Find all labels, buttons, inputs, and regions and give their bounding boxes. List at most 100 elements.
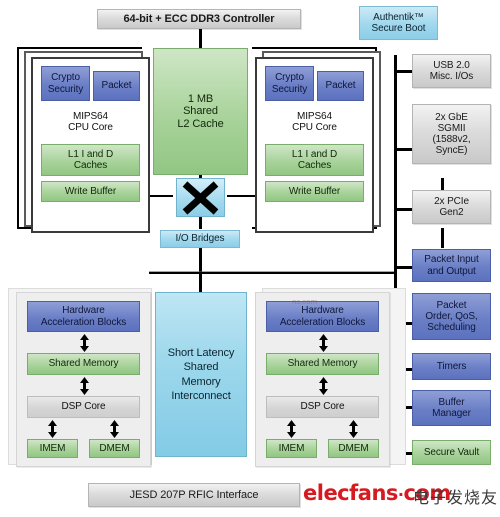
hw-accel-label-line2: Acceleration Blocks xyxy=(279,316,366,328)
io-bridges-label: I/O Bridges xyxy=(175,233,225,245)
imem-left[interactable]: IMEM xyxy=(27,439,78,458)
hw-accel-label-line2: Acceleration Blocks xyxy=(40,316,127,328)
write-buffer-block-left[interactable]: Write Buffer xyxy=(41,181,140,202)
io-block-gbe[interactable]: 2x GbE SGMII (1588v2, SyncE) xyxy=(412,104,491,164)
shared-memory-left[interactable]: Shared Memory xyxy=(27,353,140,375)
shared-memory-interconnect-block[interactable]: Short Latency Shared Memory Interconnect xyxy=(155,292,247,457)
block-diagram-canvas: 64-bit + ECC DDR3 Controller Authentik™ … xyxy=(0,0,500,517)
l1-label-line2: Caches xyxy=(73,160,108,171)
io-bridges-block[interactable]: I/O Bridges xyxy=(160,230,240,248)
line-cpu-right-bracket-top xyxy=(252,47,377,49)
interconnect-label-line4: Interconnect xyxy=(171,389,231,402)
l2-label-line3: L2 Cache xyxy=(177,117,224,130)
line-trunk-stub-usb xyxy=(394,70,413,73)
dsp-cluster-right[interactable]: Hardware Acceleration Blocks Shared Memo… xyxy=(255,292,390,467)
watermark-chinese: 电子发烧友 xyxy=(413,488,499,507)
l1-caches-block-left[interactable]: L1 I and D Caches xyxy=(41,144,140,176)
crypto-label-line2: Security xyxy=(47,83,84,95)
mips64-cpu-core-right: MIPS64 CPU Core xyxy=(265,106,364,138)
io-packetorder-line-2: Scheduling xyxy=(427,322,476,334)
shared-memory-label: Shared Memory xyxy=(48,358,119,370)
hw-accel-label-line1: Hardware xyxy=(301,305,344,317)
io-packetio-line-1: and Output xyxy=(427,265,476,277)
l2-cache-block[interactable]: 1 MB Shared L2 Cache xyxy=(153,48,248,175)
cpu-core-label-line2: CPU Core xyxy=(68,122,113,133)
line-main-bus-highlight xyxy=(149,271,396,272)
line-main-bus-horizontal xyxy=(149,272,396,274)
arrow-dsp-dmem-right xyxy=(349,420,358,438)
dmem-left[interactable]: DMEM xyxy=(89,439,140,458)
packet-block-right[interactable]: Packet xyxy=(317,71,364,101)
dsp-core-label: DSP Core xyxy=(61,401,106,413)
io-gbe-line-3: SyncE) xyxy=(435,145,468,157)
io-block-packet-input-output[interactable]: Packet Input and Output xyxy=(412,249,491,282)
io-buffer-line-0: Buffer xyxy=(438,396,465,408)
mips64-cpu-core-left: MIPS64 CPU Core xyxy=(41,106,140,138)
hardware-acceleration-blocks-right[interactable]: Hardware Acceleration Blocks xyxy=(266,301,379,332)
line-trunk-stub-packet-io xyxy=(394,266,413,269)
interconnect-label-line2: Shared xyxy=(183,361,219,374)
io-gbe-line-2: (1588v2, xyxy=(432,134,471,145)
io-pcie-line-0: 2x PCIe xyxy=(434,195,469,207)
write-buffer-label: Write Buffer xyxy=(64,185,117,197)
arrow-hwaccel-sharedmem-right xyxy=(319,334,328,352)
dsp-cluster-left[interactable]: Hardware Acceleration Blocks Shared Memo… xyxy=(16,292,151,467)
interconnect-label-line1: Short Latency xyxy=(167,347,235,360)
dmem-right[interactable]: DMEM xyxy=(328,439,379,458)
cpu-cluster-left[interactable]: Crypto Security Packet MIPS64 CPU Core L… xyxy=(31,57,150,233)
cpu-cluster-right[interactable]: Crypto Security Packet MIPS64 CPU Core L… xyxy=(255,57,374,233)
io-block-packet-order-qos[interactable]: Packet Order, QoS, Scheduling xyxy=(412,293,491,340)
l1-label-line2: Caches xyxy=(297,160,332,171)
hardware-acceleration-blocks-left[interactable]: Hardware Acceleration Blocks xyxy=(27,301,140,332)
arrow-hwaccel-sharedmem-left xyxy=(80,334,89,352)
io-usb-line-0: USB 2.0 xyxy=(433,59,470,71)
crypto-label-line2: Security xyxy=(271,83,308,95)
io-block-usb[interactable]: USB 2.0 Misc. I/Os xyxy=(412,54,491,88)
dsp-core-right[interactable]: DSP Core xyxy=(266,396,379,418)
imem-label: IMEM xyxy=(278,442,305,454)
io-block-timers[interactable]: Timers xyxy=(412,353,491,380)
watermark-brand: elecfans xyxy=(303,481,398,505)
dmem-label: DMEM xyxy=(99,442,130,454)
ddr3-controller-block[interactable]: 64-bit + ECC DDR3 Controller xyxy=(97,9,301,29)
packet-label: Packet xyxy=(101,80,132,92)
imem-right[interactable]: IMEM xyxy=(266,439,317,458)
crypto-security-block-right[interactable]: Crypto Security xyxy=(265,66,314,101)
l1-caches-block-right[interactable]: L1 I and D Caches xyxy=(265,144,364,176)
arrow-dsp-dmem-left xyxy=(110,420,119,438)
authentik-secure-boot-block[interactable]: Authentik™ Secure Boot xyxy=(359,6,438,40)
io-packetio-line-0: Packet Input xyxy=(424,254,479,266)
authentik-label-line2: Secure Boot xyxy=(371,23,426,34)
line-trunk-stub-gbe xyxy=(394,148,413,151)
io-gbe-line-1: SGMII xyxy=(437,122,466,134)
authentik-label-line1: Authentik™ xyxy=(373,11,424,23)
io-packetorder-line-1: Order, QoS, xyxy=(425,310,478,322)
io-block-secure-vault[interactable]: Secure Vault xyxy=(412,440,491,465)
line-ddr3-to-l2 xyxy=(199,28,202,48)
shared-memory-right[interactable]: Shared Memory xyxy=(266,353,379,375)
dsp-core-left[interactable]: DSP Core xyxy=(27,396,140,418)
io-block-pcie[interactable]: 2x PCIe Gen2 xyxy=(412,190,491,224)
io-block-buffer-manager[interactable]: Buffer Manager xyxy=(412,390,491,426)
arrow-dsp-imem-right xyxy=(287,420,296,438)
cpu-core-label-line1: MIPS64 xyxy=(297,110,332,122)
line-cpu-left-bracket-left xyxy=(17,47,19,229)
crypto-security-block-left[interactable]: Crypto Security xyxy=(41,66,90,101)
io-timers-line-0: Timers xyxy=(436,360,467,372)
io-securevault-line-0: Secure Vault xyxy=(423,446,480,458)
l1-label-line1: L1 I and D xyxy=(67,148,114,160)
io-usb-line-1: Misc. I/Os xyxy=(429,71,474,82)
jesd-rfic-interface-block[interactable]: JESD 207P RFIC Interface xyxy=(88,483,300,507)
arrow-sharedmem-dsp-left xyxy=(80,377,89,395)
io-buffer-line-1: Manager xyxy=(432,408,471,419)
crossbar-switch[interactable] xyxy=(176,178,225,217)
shared-memory-label: Shared Memory xyxy=(287,358,358,370)
write-buffer-label: Write Buffer xyxy=(288,185,341,197)
crypto-label-line1: Crypto xyxy=(51,72,80,84)
crypto-label-line1: Crypto xyxy=(275,72,304,84)
write-buffer-block-right[interactable]: Write Buffer xyxy=(265,181,364,202)
packet-block-left[interactable]: Packet xyxy=(93,71,140,101)
line-cpu-left-bracket-top xyxy=(17,47,142,49)
io-gbe-line-0: 2x GbE xyxy=(435,111,468,123)
l1-label-line1: L1 I and D xyxy=(291,148,338,160)
